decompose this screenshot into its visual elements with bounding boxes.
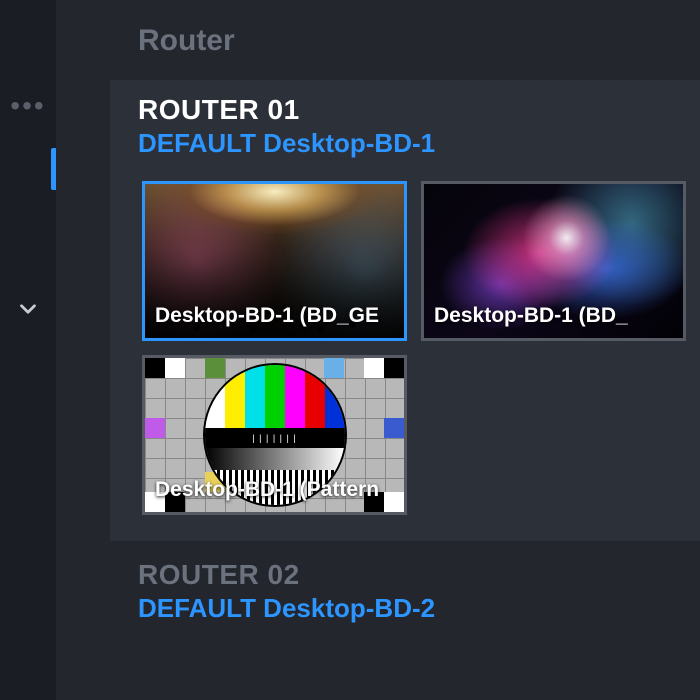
router-block-01: ROUTER 01 DEFAULT Desktop-BD-1 Desktop-B… [110,80,700,541]
left-rail: ••• [0,0,56,700]
router-header[interactable]: ROUTER 01 DEFAULT Desktop-BD-1 [110,80,700,169]
source-thumbnail[interactable]: | | | | | | | Desktop-BD-1 (Pattern [142,355,407,515]
thumbnail-label: Desktop-BD-1 (Pattern [145,472,404,512]
source-thumbnail[interactable]: Desktop-BD-1 (BD_ [421,181,686,341]
more-icon[interactable]: ••• [10,90,45,122]
source-thumbnail[interactable]: Desktop-BD-1 (BD_GE [142,181,407,341]
thumbnail-label: Desktop-BD-1 (BD_ [424,298,683,338]
router-block-02[interactable]: ROUTER 02 DEFAULT Desktop-BD-2 [110,541,700,630]
router-subtitle: DEFAULT Desktop-BD-1 [138,128,700,159]
panel-title: Router [110,0,700,80]
router-name: ROUTER 02 [138,559,700,591]
chevron-down-icon[interactable] [15,296,41,327]
router-name: ROUTER 01 [138,94,700,126]
main-panel: Router ROUTER 01 DEFAULT Desktop-BD-1 De… [110,0,700,700]
thumbnail-label: Desktop-BD-1 (BD_GE [145,298,404,338]
router-subtitle: DEFAULT Desktop-BD-2 [138,593,700,624]
rail-gutter [56,0,110,700]
source-thumbnails: Desktop-BD-1 (BD_GE Desktop-BD-1 (BD_ [110,169,700,541]
